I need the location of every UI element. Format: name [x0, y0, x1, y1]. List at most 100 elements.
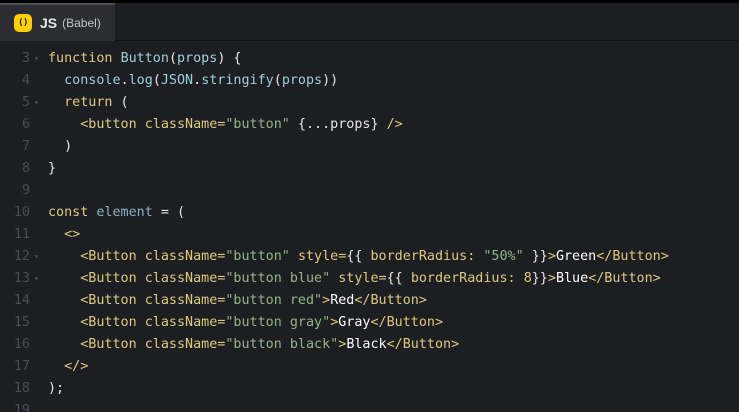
code-text: <Button className="button blue" style={{… [48, 268, 661, 290]
code-token: className= [144, 249, 226, 264]
code-token: className= [144, 337, 226, 352]
code-token: </Button> [370, 315, 444, 330]
tab-js[interactable]: () JS (Babel) [0, 3, 115, 41]
code-token: const [48, 205, 89, 220]
code-line[interactable]: 8} [0, 158, 739, 180]
code-token: Button [120, 51, 169, 66]
line-number: 15 [13, 315, 30, 330]
code-token: </> [64, 359, 89, 374]
code-token: } [48, 161, 57, 176]
code-token: 8 [523, 271, 532, 286]
code-token: <Button [80, 271, 137, 286]
code-token: </Button> [354, 293, 427, 308]
code-token: Black [346, 337, 387, 352]
code-token: }} [523, 249, 548, 264]
code-line[interactable]: 16 <Button className="button black">Blac… [0, 334, 739, 356]
line-number: 10 [13, 205, 30, 220]
code-token: "button red" [225, 293, 323, 308]
line-number: 16 [13, 337, 30, 352]
code-token: ( [168, 51, 177, 66]
code-token: ( [152, 73, 161, 88]
code-token: Red [330, 293, 355, 308]
code-line[interactable]: 5 ▾ return ( [0, 92, 739, 114]
code-text: } [48, 158, 56, 180]
code-token: Green [555, 249, 597, 264]
code-line[interactable]: 11 <> [0, 224, 739, 246]
code-line[interactable]: 7 ) [0, 136, 739, 158]
code-token: element [96, 205, 153, 220]
code-token: /> [386, 117, 403, 132]
code-text: <> [48, 224, 80, 246]
fold-arrow-icon[interactable]: ▾ [34, 92, 39, 114]
code-text: <Button className="button red">Red</Butt… [48, 290, 427, 312]
line-number: 11 [13, 227, 30, 242]
code-token: > [547, 249, 556, 264]
code-token: props [177, 51, 218, 66]
code-line[interactable]: 12 ▾ <Button className="button" style={{ … [0, 246, 739, 268]
code-line[interactable]: 13 ▾ <Button className="button blue" styl… [0, 268, 739, 290]
code-token: <Button [80, 315, 137, 330]
line-number: 6 [21, 117, 30, 132]
code-line[interactable]: 4 console.log(JSON.stringify(props)) [0, 70, 739, 92]
code-line[interactable]: 18); [0, 378, 739, 400]
line-number: 7 [21, 139, 30, 154]
code-token: ); [48, 381, 65, 396]
code-line[interactable]: 9 [0, 180, 739, 202]
code-text: ) [48, 136, 72, 158]
code-text: function Button(props) { [48, 48, 242, 70]
code-token: <button [80, 117, 137, 132]
code-line[interactable]: 3 ▾ function Button(props) { [0, 48, 739, 70]
code-text: const element = ( [48, 202, 185, 224]
code-token: stringify [201, 73, 274, 88]
code-text: <Button className="button" style={{ bord… [48, 246, 669, 268]
code-line[interactable]: 15 <Button className="button gray">Gray<… [0, 312, 739, 334]
code-token: JSON [160, 73, 194, 88]
code-line[interactable]: 10 const element = ( [0, 202, 739, 224]
code-text: return ( [48, 92, 129, 114]
code-token: > [547, 271, 556, 286]
code-line[interactable]: 19 [0, 400, 739, 412]
code-line[interactable]: 6 <button className="button" {...props} … [0, 114, 739, 136]
fold-arrow-icon[interactable]: ▾ [34, 246, 39, 268]
code-token: style= [297, 249, 347, 264]
code-token: </Button> [596, 249, 669, 264]
code-token: }} [531, 271, 548, 286]
code-token: ) { [217, 51, 242, 66]
code-token: )) [322, 73, 339, 88]
code-token: <> [64, 227, 81, 242]
code-token: "button blue" [225, 271, 331, 286]
code-token: return [64, 95, 113, 110]
code-area[interactable]: 3 ▾ function Button(props) {4 console.log(… [0, 48, 739, 412]
code-token: function [48, 51, 113, 66]
code-token: . [193, 73, 202, 88]
line-number: 13 [13, 271, 30, 286]
code-token: props [281, 73, 323, 88]
tab-title: JS [40, 15, 58, 31]
editor-header: () JS (Babel) [0, 3, 739, 41]
fold-arrow-icon[interactable]: ▾ [34, 48, 39, 70]
line-number: 9 [21, 183, 30, 198]
code-editor-window: () JS (Babel) 3 ▾ function Button(props) {… [0, 0, 739, 412]
code-line[interactable]: 17 </> [0, 356, 739, 378]
code-line[interactable]: 14 <Button className="button red">Red</B… [0, 290, 739, 312]
code-token: {{ [346, 249, 371, 264]
code-token: <Button [80, 337, 137, 352]
code-token: className= [144, 117, 226, 132]
code-text: <button className="button" {...props} /> [48, 114, 403, 136]
code-token: {{ [386, 271, 411, 286]
line-number: 18 [13, 381, 30, 396]
fold-arrow-icon[interactable]: ▾ [34, 268, 39, 290]
